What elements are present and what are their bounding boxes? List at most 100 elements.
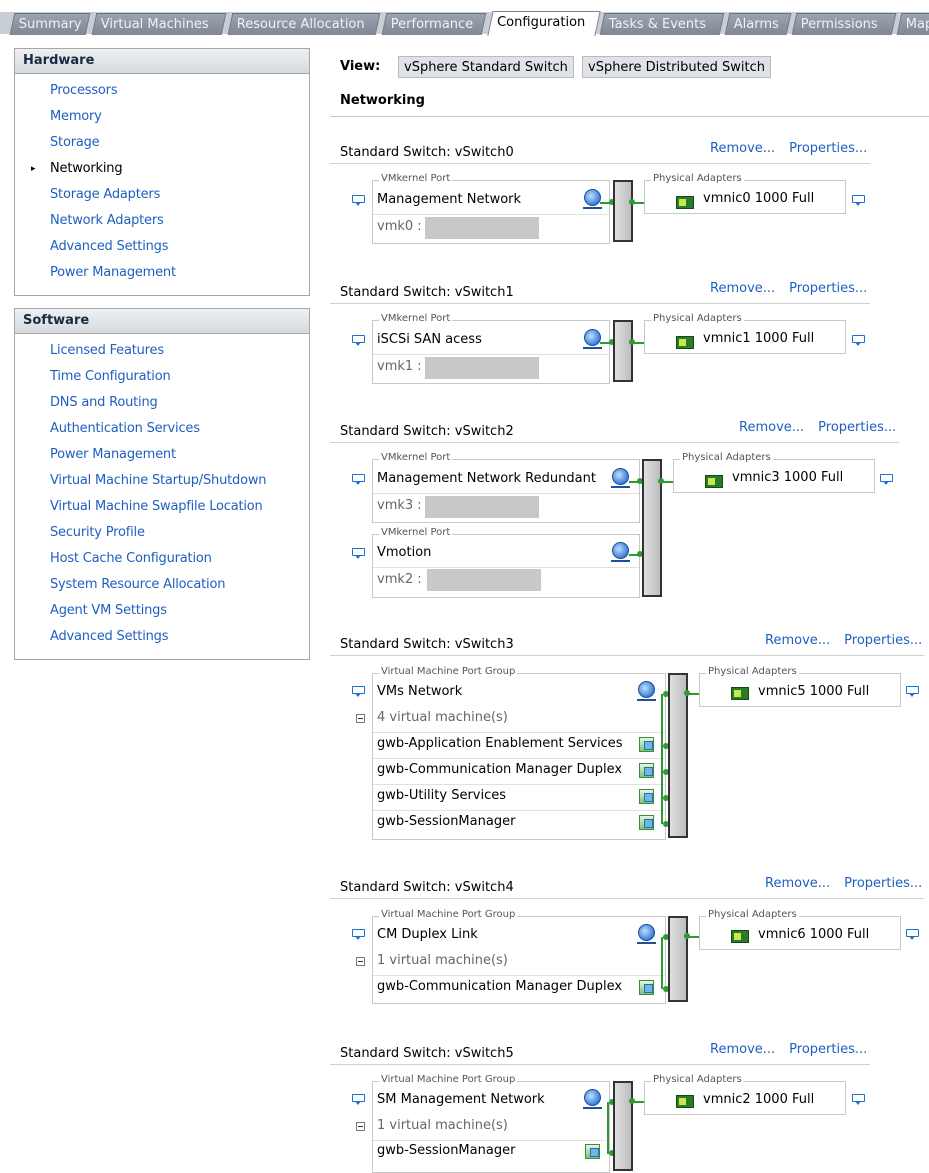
vswitch4: Standard Switch: vSwitch4 Remove... Prope… [330,876,929,1005]
pa-caption: Physical Adapters [651,173,744,184]
comment-icon[interactable] [352,1094,366,1106]
vm-port-group: Virtual Machine Port Group VMs Network 4… [372,666,666,840]
comment-icon[interactable] [852,335,866,347]
vmkernel-icon [583,189,602,209]
sw-item-vm-startup-shutdown[interactable]: Virtual Machine Startup/Shutdown [15,468,309,494]
switch-bar [613,180,633,242]
tab-virtual-machines[interactable]: Virtual Machines [91,13,227,35]
wire [661,694,663,824]
sw-item-advanced-settings[interactable]: Advanced Settings [15,624,309,650]
pa-caption: Physical Adapters [651,313,744,324]
switch-links: Remove... Properties... [725,420,896,435]
tab-alarms[interactable]: Alarms [724,13,792,35]
hw-item-memory[interactable]: Memory [15,104,309,130]
tab-maps[interactable]: Maps [896,13,929,35]
comment-icon[interactable] [852,195,866,207]
physical-adapters: Physical Adapters vmnic3 1000 Full [673,452,875,493]
comment-icon[interactable] [852,1094,866,1106]
vm-name[interactable]: gwb-Utility Services [377,788,506,803]
nic-info: vmnic1 1000 Full [703,331,815,346]
vswitch0: Standard Switch: vSwitch0 Remove... Prope… [330,141,929,245]
comment-icon[interactable] [906,686,920,698]
tab-summary[interactable]: Summary [9,13,91,35]
comment-icon[interactable] [880,474,894,486]
sw-item-vm-swapfile-location[interactable]: Virtual Machine Swapfile Location [15,494,309,520]
vm-port-group: Virtual Machine Port Group SM Management… [372,1074,610,1173]
hw-item-storage[interactable]: Storage [15,130,309,156]
remove-link[interactable]: Remove... [710,141,775,156]
comment-icon[interactable] [352,195,366,207]
remove-link[interactable]: Remove... [765,876,830,891]
properties-link[interactable]: Properties... [844,876,922,891]
view-standard-switch-button[interactable]: vSphere Standard Switch [398,56,574,78]
hw-item-storage-adapters[interactable]: Storage Adapters [15,182,309,208]
properties-link[interactable]: Properties... [789,1042,867,1057]
vswitch5: Standard Switch: vSwitch5 Remove... Prope… [330,1042,929,1173]
port-divider [373,354,609,355]
remove-link[interactable]: Remove... [739,420,804,435]
networking-divider [330,116,929,117]
switch-links: Remove... Properties... [696,1042,867,1057]
properties-link[interactable]: Properties... [789,141,867,156]
tab-configuration[interactable]: Configuration [487,11,601,36]
comment-icon[interactable] [352,474,366,486]
nic-icon [705,475,723,488]
sw-item-licensed-features[interactable]: Licensed Features [15,338,309,364]
remove-link[interactable]: Remove... [710,1042,775,1057]
nic-icon [731,687,749,700]
properties-link[interactable]: Properties... [818,420,896,435]
sw-item-agent-vm-settings[interactable]: Agent VM Settings [15,598,309,624]
sw-item-authentication-services[interactable]: Authentication Services [15,416,309,442]
sw-item-system-resource-allocation[interactable]: System Resource Allocation [15,572,309,598]
comment-icon[interactable] [352,548,366,560]
port-divider [373,214,609,215]
remove-link[interactable]: Remove... [765,633,830,648]
port-caption: VMkernel Port [379,173,453,184]
physical-adapters: Physical Adapters vmnic5 1000 Full [699,666,901,707]
port-caption: Virtual Machine Port Group [379,1074,518,1085]
comment-icon[interactable] [352,686,366,698]
sw-item-host-cache-configuration[interactable]: Host Cache Configuration [15,546,309,572]
properties-link[interactable]: Properties... [844,633,922,648]
comment-icon[interactable] [352,929,366,941]
hw-item-advanced-settings[interactable]: Advanced Settings [15,234,309,260]
switch-title: Standard Switch: vSwitch1 [340,285,514,300]
collapse-icon[interactable] [356,957,365,966]
sw-item-dns-routing[interactable]: DNS and Routing [15,390,309,416]
sw-item-power-management[interactable]: Power Management [15,442,309,468]
comment-icon[interactable] [906,929,920,941]
tab-permissions[interactable]: Permissions [791,13,897,35]
vm-name[interactable]: gwb-SessionManager [377,1143,515,1158]
hw-item-power-management[interactable]: Power Management [15,260,309,286]
switch-separator [330,1064,870,1065]
collapse-icon[interactable] [356,1122,365,1131]
port-divider [373,567,639,568]
tab-performance[interactable]: Performance [381,13,487,35]
vm-name[interactable]: gwb-Application Enablement Services [377,736,623,751]
vm-name[interactable]: gwb-Communication Manager Duplex [377,762,622,777]
hw-item-network-adapters[interactable]: Network Adapters [15,208,309,234]
port-caption: VMkernel Port [379,527,453,538]
switch-links: Remove... Properties... [751,876,922,891]
collapse-icon[interactable] [356,714,365,723]
vswitch1: Standard Switch: vSwitch1 Remove... Prope… [330,281,929,385]
sw-item-security-profile[interactable]: Security Profile [15,520,309,546]
vmkernel-port-group: VMkernel Port Management Network vmk0 : [372,173,610,244]
sw-item-time-configuration[interactable]: Time Configuration [15,364,309,390]
port-group-icon [637,681,656,701]
vm-name[interactable]: gwb-Communication Manager Duplex [377,979,622,994]
remove-link[interactable]: Remove... [710,281,775,296]
hw-item-processors[interactable]: Processors [15,78,309,104]
switch-links: Remove... Properties... [696,281,867,296]
vmkernel-port-group: VMkernel Port Management Network Redunda… [372,452,640,523]
ip-address-field [427,569,541,591]
properties-link[interactable]: Properties... [789,281,867,296]
tab-resource-allocation[interactable]: Resource Allocation [227,13,381,35]
vm-name[interactable]: gwb-SessionManager [377,814,515,829]
hw-item-networking[interactable]: ▸ Networking [15,156,309,182]
view-distributed-switch-button[interactable]: vSphere Distributed Switch [582,56,772,78]
nic-info: vmnic5 1000 Full [758,684,870,699]
selected-bullet-icon: ▸ [31,164,36,174]
comment-icon[interactable] [352,335,366,347]
tab-tasks-events[interactable]: Tasks & Events [599,13,725,35]
